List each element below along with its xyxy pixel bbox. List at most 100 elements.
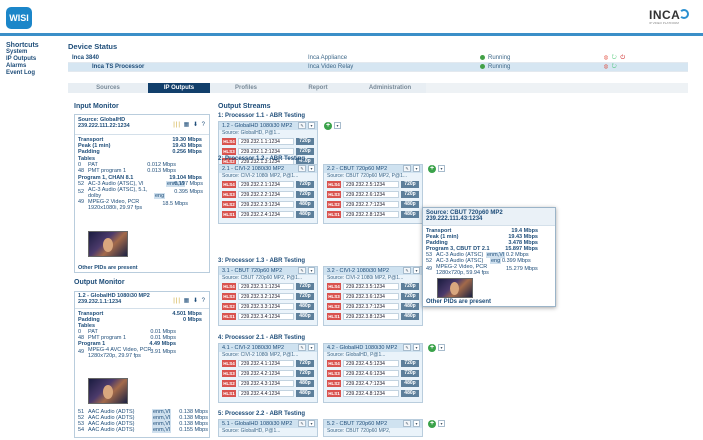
popup-video-thumbnail[interactable] bbox=[437, 278, 473, 298]
output-row[interactable]: HLS2 239.232.2.7:1234 480p bbox=[327, 200, 419, 209]
signal-icon[interactable]: ||| bbox=[173, 122, 181, 128]
sidebar-item-alarms[interactable]: Alarms bbox=[6, 63, 62, 70]
output-row[interactable]: HLS4 239.232.3.5:1234 720p bbox=[327, 282, 419, 291]
output-row[interactable]: HLS3 239.232.3.6:1234 720p bbox=[327, 292, 419, 301]
hls-tag[interactable]: HLS4 bbox=[327, 360, 341, 367]
edit-stream-icon[interactable]: ✎ bbox=[298, 122, 306, 129]
output-address[interactable]: 239.232.3.3:1234 bbox=[238, 303, 294, 310]
chart-icon[interactable]: ▦ bbox=[184, 122, 191, 128]
chevron-down-icon[interactable]: ▾ bbox=[438, 344, 445, 351]
hls-tag[interactable]: HLS1 bbox=[327, 211, 341, 218]
hls-tag[interactable]: HLS3 bbox=[222, 148, 236, 155]
chevron-down-icon[interactable]: ▾ bbox=[413, 267, 420, 274]
output-row[interactable]: HLS2 239.232.4.7:1234 480p bbox=[327, 379, 419, 388]
edit-stream-icon[interactable]: ✎ bbox=[298, 165, 306, 172]
output-row[interactable]: HLS2 239.232.3.7:1234 480p bbox=[327, 302, 419, 311]
hls-tag[interactable]: HLS3 bbox=[327, 293, 341, 300]
output-address[interactable]: 239.232.3.8:1234 bbox=[343, 313, 399, 320]
add-stream-button[interactable]: + bbox=[324, 122, 332, 130]
output-stream-card[interactable]: 4.1 - CIVI-2 1080i30 MP2 Source: CIVI-2 1… bbox=[218, 343, 318, 403]
wisi-logo[interactable]: WISI bbox=[6, 7, 32, 29]
download-icon[interactable]: ⬇ bbox=[193, 298, 199, 304]
device-row[interactable]: Inca TS Processor Inca Video Relay Runni… bbox=[68, 63, 688, 72]
hls-tag[interactable]: HLS1 bbox=[222, 390, 236, 397]
hls-tag[interactable]: HLS2 bbox=[222, 380, 236, 387]
restart-icon[interactable]: ↻ bbox=[612, 64, 618, 70]
output-row[interactable]: HLS2 239.232.2.3:1234 480p bbox=[222, 200, 314, 209]
chevron-down-icon[interactable]: ▾ bbox=[308, 122, 315, 129]
hls-tag[interactable]: HLS2 bbox=[222, 303, 236, 310]
add-stream-button[interactable]: + bbox=[428, 420, 436, 428]
output-row[interactable]: HLS4 239.232.4.1:1234 720p bbox=[222, 359, 314, 368]
hls-tag[interactable]: HLS2 bbox=[327, 303, 341, 310]
output-row[interactable]: HLS1 239.232.4.8:1234 480p bbox=[327, 389, 419, 398]
add-stream-button[interactable]: + bbox=[428, 344, 436, 352]
chevron-down-icon[interactable]: ▾ bbox=[438, 420, 445, 427]
chevron-down-icon[interactable]: ▾ bbox=[308, 420, 315, 427]
output-stream-card[interactable]: 2.2 - CBUT 720p60 MP2 Source: CBUT 720p60… bbox=[323, 164, 423, 224]
chart-icon[interactable]: ▦ bbox=[184, 298, 191, 304]
output-address[interactable]: 239.232.4.7:1234 bbox=[343, 380, 399, 387]
hls-tag[interactable]: HLS4 bbox=[222, 283, 236, 290]
output-row[interactable]: HLS4 239.232.1.1:1234 720p bbox=[222, 137, 314, 146]
output-stream-card[interactable]: 3.1 - CBUT 720p60 MP2 Source: CBUT 720p60… bbox=[218, 266, 318, 326]
output-row[interactable]: HLS1 239.232.4.4:1234 480p bbox=[222, 389, 314, 398]
output-address[interactable]: 239.232.1.2:1234 bbox=[238, 148, 294, 155]
output-address[interactable]: 239.232.4.1:1234 bbox=[238, 360, 294, 367]
edit-stream-icon[interactable]: ✎ bbox=[298, 267, 306, 274]
signal-icon[interactable]: ||| bbox=[173, 298, 181, 304]
output-address[interactable]: 239.232.2.4:1234 bbox=[238, 211, 294, 218]
output-video-thumbnail[interactable] bbox=[88, 378, 128, 404]
chevron-down-icon[interactable]: ▾ bbox=[334, 122, 341, 129]
edit-stream-icon[interactable]: ✎ bbox=[403, 344, 411, 351]
output-address[interactable]: 239.232.3.2:1234 bbox=[238, 293, 294, 300]
help-icon[interactable]: ? bbox=[202, 122, 206, 128]
output-row[interactable]: HLS4 239.232.4.5:1234 720p bbox=[327, 359, 419, 368]
hls-tag[interactable]: HLS4 bbox=[222, 181, 236, 188]
output-stream-card[interactable]: 4.2 - GlobalHD 1080i30 MP2 Source: Global… bbox=[323, 343, 423, 403]
output-address[interactable]: 239.232.4.3:1234 bbox=[238, 380, 294, 387]
hls-tag[interactable]: HLS3 bbox=[327, 370, 341, 377]
device-name[interactable]: Inca 3840 bbox=[72, 54, 99, 63]
stop-icon[interactable]: ⦻ bbox=[604, 55, 609, 61]
output-row[interactable]: HLS3 239.232.4.6:1234 720p bbox=[327, 369, 419, 378]
output-row[interactable]: HLS1 239.232.2.8:1234 480p bbox=[327, 210, 419, 219]
output-address[interactable]: 239.232.2.7:1234 bbox=[343, 201, 399, 208]
output-row[interactable]: HLS3 239.232.1.2:1234 720p bbox=[222, 147, 314, 156]
help-icon[interactable]: ? bbox=[202, 298, 206, 304]
output-row[interactable]: HLS3 239.232.2.2:1234 720p bbox=[222, 190, 314, 199]
output-address[interactable]: 239.232.2.2:1234 bbox=[238, 191, 294, 198]
device-row[interactable]: Inca 3840 Inca Appliance Running ⦻ ↻ ⏻ bbox=[68, 54, 688, 63]
output-address[interactable]: 239.232.3.6:1234 bbox=[343, 293, 399, 300]
output-address[interactable]: 239.232.2.6:1234 bbox=[343, 191, 399, 198]
restart-icon[interactable]: ↻ bbox=[612, 55, 618, 61]
hls-tag[interactable]: HLS3 bbox=[222, 293, 236, 300]
stop-icon[interactable]: ⦻ bbox=[604, 64, 609, 70]
edit-stream-icon[interactable]: ✎ bbox=[298, 344, 306, 351]
output-stream-card[interactable]: 2.1 - CIVI-2 1080i30 MP2 Source: CIVI-2 1… bbox=[218, 164, 318, 224]
tab-sources[interactable]: Sources bbox=[68, 83, 148, 93]
chevron-down-icon[interactable]: ▾ bbox=[413, 165, 420, 172]
hls-tag[interactable]: HLS2 bbox=[327, 201, 341, 208]
output-stream-card[interactable]: 3.2 - CIVI-2 1080i30 MP2 Source: CIVI-2 1… bbox=[323, 266, 423, 326]
output-row[interactable]: HLS4 239.232.2.1:1234 720p bbox=[222, 180, 314, 189]
hls-tag[interactable]: HLS3 bbox=[327, 191, 341, 198]
output-address[interactable]: 239.232.2.3:1234 bbox=[238, 201, 294, 208]
hls-tag[interactable]: HLS4 bbox=[327, 283, 341, 290]
tab-administration[interactable]: Administration bbox=[354, 83, 426, 93]
hls-tag[interactable]: HLS2 bbox=[327, 380, 341, 387]
output-address[interactable]: 239.232.3.7:1234 bbox=[343, 303, 399, 310]
chevron-down-icon[interactable]: ▾ bbox=[308, 267, 315, 274]
output-address[interactable]: 239.232.4.6:1234 bbox=[343, 370, 399, 377]
power-icon[interactable]: ⏻ bbox=[620, 55, 626, 61]
output-address[interactable]: 239.232.2.8:1234 bbox=[343, 211, 399, 218]
hls-tag[interactable]: HLS4 bbox=[222, 360, 236, 367]
hls-tag[interactable]: HLS2 bbox=[222, 201, 236, 208]
chevron-down-icon[interactable]: ▾ bbox=[308, 344, 315, 351]
chevron-down-icon[interactable]: ▾ bbox=[413, 420, 420, 427]
output-row[interactable]: HLS1 239.232.3.4:1234 480p bbox=[222, 312, 314, 321]
hls-tag[interactable]: HLS1 bbox=[327, 313, 341, 320]
output-row[interactable]: HLS2 239.232.3.3:1234 480p bbox=[222, 302, 314, 311]
hls-tag[interactable]: HLS3 bbox=[222, 191, 236, 198]
output-address[interactable]: 239.232.3.5:1234 bbox=[343, 283, 399, 290]
